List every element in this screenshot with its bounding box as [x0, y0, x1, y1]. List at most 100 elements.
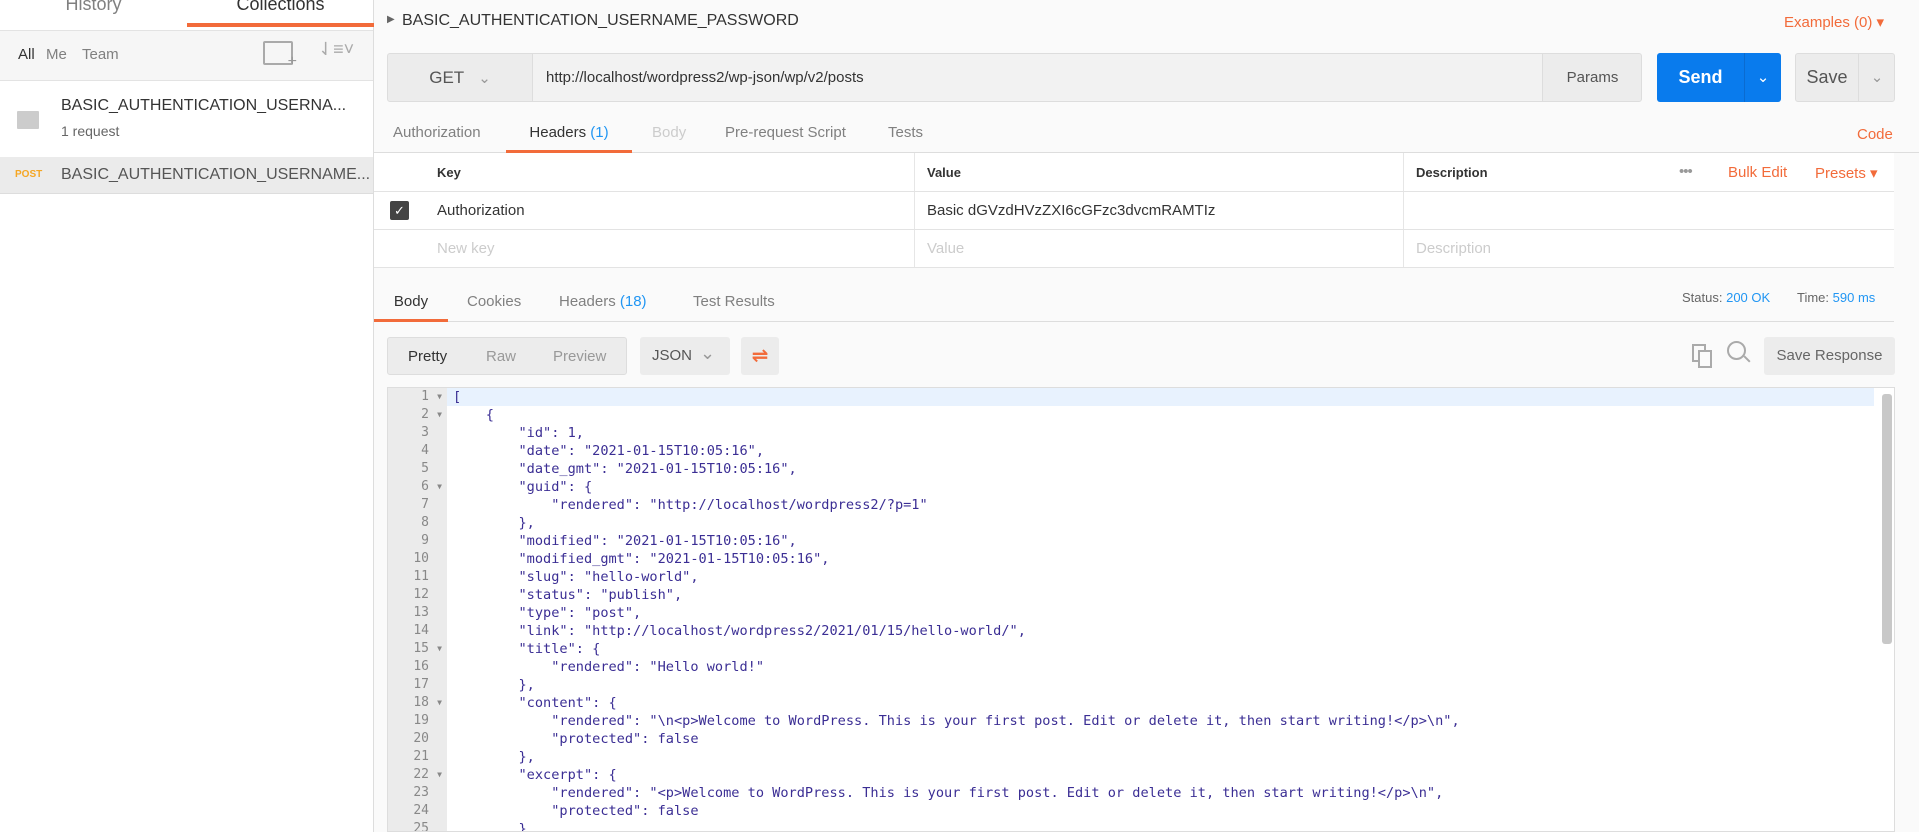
search-icon[interactable]: [1727, 341, 1751, 363]
send-button[interactable]: Send: [1657, 53, 1744, 102]
code-line: {: [453, 407, 494, 423]
line-number: 17: [413, 677, 429, 692]
table-row-new: New key Value Description: [374, 230, 1894, 268]
bulk-edit-link[interactable]: Bulk Edit: [1728, 164, 1787, 181]
fold-toggle-icon[interactable]: ▼: [437, 406, 442, 424]
line-number: 22 ▼: [413, 766, 442, 784]
fold-toggle-icon[interactable]: ▼: [437, 388, 442, 406]
request-item[interactable]: POST BASIC_AUTHENTICATION_USERNAME...: [0, 157, 373, 194]
url-bar: GET ⌄ http://localhost/wordpress2/wp-json…: [387, 53, 1642, 102]
new-key-input[interactable]: New key: [425, 230, 915, 267]
tab-headers-count: (1): [590, 124, 609, 141]
code-line: "content": {: [453, 695, 617, 711]
sidebar: History Collections All Me Team + ⇃≡˅ BA…: [0, 0, 374, 832]
filter-team[interactable]: Team: [82, 46, 119, 63]
time-value: 590 ms: [1832, 290, 1876, 305]
format-select[interactable]: JSON ⌄: [640, 337, 730, 375]
wrap-lines-icon[interactable]: ⇌: [741, 337, 779, 375]
code-link[interactable]: Code: [1857, 126, 1893, 143]
column-value: Value: [915, 153, 1404, 191]
tab-collections[interactable]: Collections: [187, 0, 374, 27]
status-readout: Status: 200 OK: [1682, 290, 1770, 305]
method-select[interactable]: GET ⌄: [388, 54, 533, 101]
collection-filter-bar: All Me Team + ⇃≡˅: [0, 30, 373, 81]
tab-tests[interactable]: Tests: [888, 124, 923, 141]
line-number: 1 ▼: [421, 388, 442, 406]
table-row: ✓ Authorization Basic dGVzdHVzZXI6cGFzc3…: [374, 192, 1894, 230]
fold-toggle-icon[interactable]: ▼: [437, 766, 442, 784]
header-value[interactable]: Basic dGVzdHVzZXI6cGFzc3dvcmRAMTIz: [915, 192, 1404, 229]
copy-icon[interactable]: [1692, 344, 1712, 368]
tab-authorization[interactable]: Authorization: [393, 124, 481, 141]
line-number: 6 ▼: [421, 478, 442, 496]
response-body-editor[interactable]: 1 ▼ 2 ▼ 3 4 5 6 ▼ 7 8 9 10 11 12 13 14 15 ▼ 16 17 18 ▼ 19 20 21 22…: [387, 387, 1895, 832]
tab-test-results[interactable]: Test Results: [693, 293, 775, 310]
line-number: 13: [413, 605, 429, 620]
code-line: [: [447, 388, 1874, 406]
status-value: 200 OK: [1726, 290, 1771, 305]
line-number: 15 ▼: [413, 640, 442, 658]
sort-icon[interactable]: ⇃≡˅: [318, 39, 354, 60]
tab-headers[interactable]: Headers (1): [506, 118, 632, 153]
header-description[interactable]: [1404, 192, 1894, 229]
headers-table: Key Value Description ••• Bulk Edit Pres…: [374, 153, 1894, 268]
code-content: [ { "id": 1, "date": "2021-01-15T10:05:1…: [447, 388, 1874, 831]
line-number: 4: [421, 443, 429, 458]
new-collection-icon[interactable]: +: [263, 41, 297, 70]
header-key[interactable]: Authorization: [425, 192, 915, 229]
params-button[interactable]: Params: [1542, 54, 1642, 101]
code-line: "rendered": "\n<p>Welcome to WordPress. …: [453, 713, 1460, 729]
line-number: 24: [413, 803, 429, 818]
line-number: 20: [413, 731, 429, 746]
url-input[interactable]: http://localhost/wordpress2/wp-json/wp/v…: [533, 54, 1542, 101]
code-line: "title": {: [453, 641, 601, 657]
view-pretty[interactable]: Pretty: [408, 348, 447, 365]
collection-count: 1 request: [61, 123, 120, 139]
row-enabled-checkbox[interactable]: ✓: [390, 201, 409, 220]
filter-all[interactable]: All: [18, 46, 35, 63]
view-preview[interactable]: Preview: [553, 348, 606, 365]
filter-me[interactable]: Me: [46, 46, 67, 63]
presets-dropdown[interactable]: Presets ▾: [1815, 164, 1878, 182]
send-options-chevron-icon[interactable]: ⌄: [1744, 53, 1781, 102]
tab-body[interactable]: Body: [652, 124, 686, 141]
code-line: "excerpt": {: [453, 767, 617, 783]
fold-toggle-icon[interactable]: ▼: [437, 694, 442, 712]
more-options-icon[interactable]: •••: [1679, 163, 1693, 180]
code-line: },: [453, 515, 535, 531]
fold-toggle-icon[interactable]: ▼: [437, 478, 442, 496]
code-line: "rendered": "http://localhost/wordpress2…: [453, 497, 928, 513]
save-response-button[interactable]: Save Response: [1764, 337, 1895, 375]
line-number: 10: [413, 551, 429, 566]
line-number: 3: [421, 425, 429, 440]
examples-dropdown[interactable]: Examples (0) ▾: [1784, 13, 1884, 31]
code-line: "type": "post",: [453, 605, 642, 621]
tab-response-headers-count: (18): [619, 293, 647, 310]
tab-response-headers-label: Headers: [559, 293, 616, 310]
fold-toggle-icon[interactable]: ▼: [437, 640, 442, 658]
tab-response-headers[interactable]: Headers (18): [559, 293, 647, 310]
save-button[interactable]: Save: [1796, 54, 1858, 101]
presets-label: Presets: [1815, 165, 1866, 182]
tab-response-body[interactable]: Body: [374, 282, 448, 322]
tab-history[interactable]: History: [0, 0, 187, 27]
collection-item[interactable]: BASIC_AUTHENTICATION_USERNA... 1 request: [0, 81, 373, 157]
view-raw[interactable]: Raw: [486, 348, 516, 365]
code-line: "rendered": "Hello world!": [453, 659, 764, 675]
request-tabs: Authorization Headers (1) Body Pre-reque…: [374, 118, 1919, 153]
format-label: JSON: [652, 347, 693, 364]
tab-pre-request-script[interactable]: Pre-request Script: [725, 124, 846, 141]
code-line: "date_gmt": "2021-01-15T10:05:16",: [453, 461, 797, 477]
new-description-input[interactable]: Description: [1404, 230, 1894, 267]
line-number: 11: [413, 569, 429, 584]
line-number: 2 ▼: [421, 406, 442, 424]
tab-cookies[interactable]: Cookies: [467, 293, 521, 310]
scrollbar-thumb[interactable]: [1882, 394, 1892, 644]
line-number: 23: [413, 785, 429, 800]
save-options-chevron-icon[interactable]: ⌄: [1858, 54, 1895, 101]
line-number: 16: [413, 659, 429, 674]
collection-name: BASIC_AUTHENTICATION_USERNA...: [61, 97, 347, 114]
expand-icon[interactable]: ▶: [387, 14, 395, 25]
code-line: "modified_gmt": "2021-01-15T10:05:16",: [453, 551, 830, 567]
new-value-input[interactable]: Value: [915, 230, 1404, 267]
